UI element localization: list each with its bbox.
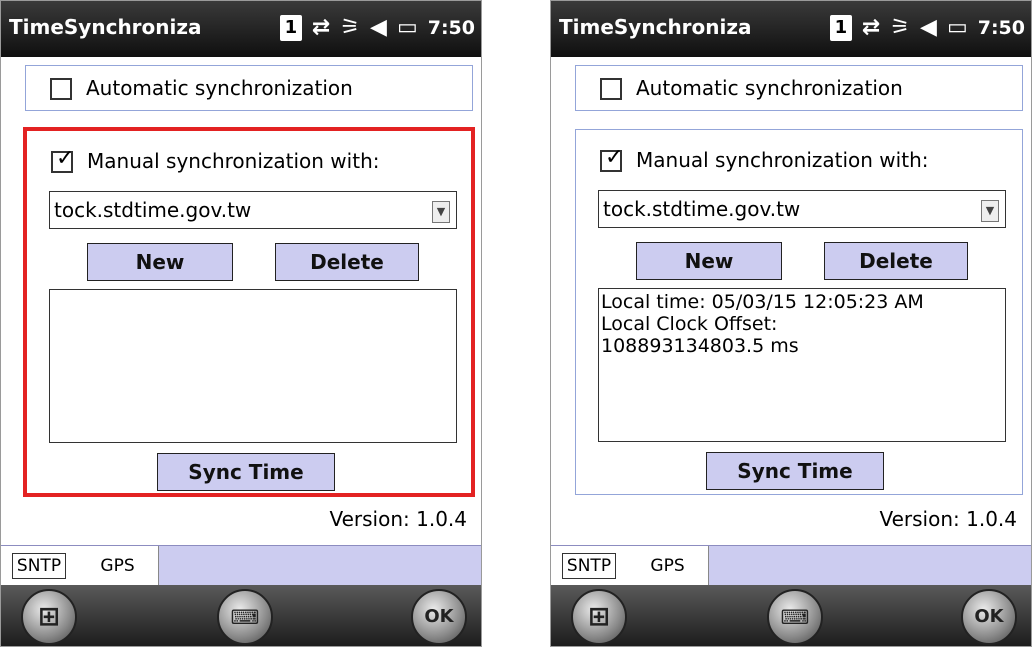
keyboard-icon[interactable]: ⌨ — [217, 589, 273, 645]
tab-sntp[interactable]: SNTP — [1, 546, 77, 586]
sim-indicator-icon[interactable]: 1 — [829, 15, 852, 41]
volume-icon[interactable]: ◀ — [920, 14, 937, 42]
signal-icon[interactable]: ⚞ — [340, 14, 360, 42]
manual-sync-label[interactable]: Manual synchronization with: — [636, 148, 928, 172]
title-bar: TimeSynchroniza 1 ⇄ ⚞ ◀ ▭ 7:50 — [551, 1, 1031, 57]
tab-bar: SNTP GPS — [551, 545, 1031, 586]
manual-sync-checkbox[interactable]: ✓ — [51, 146, 74, 173]
windows-start-icon[interactable]: ⊞ — [21, 589, 77, 645]
dropdown-arrow-icon[interactable]: ▼ — [432, 201, 450, 223]
keyboard-icon[interactable]: ⌨ — [767, 589, 823, 645]
version-label: Version: 1.0.4 — [329, 507, 467, 531]
volume-icon[interactable]: ◀ — [370, 14, 387, 42]
clock[interactable]: 7:50 — [428, 14, 475, 42]
signal-icon[interactable]: ⚞ — [890, 14, 910, 42]
softkey-bar: ⊞ ⌨ OK — [1, 585, 481, 646]
title-bar: TimeSynchroniza 1 ⇄ ⚞ ◀ ▭ 7:50 — [1, 1, 481, 57]
ok-button[interactable]: OK — [411, 589, 467, 645]
check-mark-icon: ✓ — [605, 145, 624, 170]
version-label: Version: 1.0.4 — [879, 507, 1017, 531]
check-mark-icon: ✓ — [56, 146, 75, 171]
manual-sync-group: ✓ Manual synchronization with: tock.stdt… — [23, 127, 475, 497]
sync-time-button[interactable]: Sync Time — [157, 453, 335, 491]
manual-sync-label[interactable]: Manual synchronization with: — [87, 149, 379, 173]
battery-icon[interactable]: ▭ — [397, 14, 418, 42]
status-icons: 1 ⇄ ⚞ ◀ ▭ 7:50 — [829, 13, 1025, 43]
windows-start-icon[interactable]: ⊞ — [571, 589, 627, 645]
auto-sync-checkbox[interactable] — [50, 78, 72, 100]
delete-button[interactable]: Delete — [275, 243, 419, 281]
server-value: tock.stdtime.gov.tw — [603, 197, 801, 221]
auto-sync-label[interactable]: Automatic synchronization — [86, 76, 353, 100]
server-combo[interactable]: tock.stdtime.gov.tw ▼ — [49, 191, 457, 229]
phone-screen-right: TimeSynchroniza 1 ⇄ ⚞ ◀ ▭ 7:50 Automatic… — [550, 0, 1032, 647]
output-line: Local time: 05/03/15 12:05:23 AM — [601, 291, 924, 313]
sync-time-button[interactable]: Sync Time — [706, 452, 884, 490]
tab-gps[interactable]: GPS — [627, 546, 709, 586]
connectivity-icon[interactable]: ⇄ — [312, 14, 330, 42]
app-title: TimeSynchroniza — [559, 15, 752, 39]
new-button[interactable]: New — [636, 242, 782, 280]
tab-sntp[interactable]: SNTP — [551, 546, 627, 586]
sync-output-box[interactable]: Local time: 05/03/15 12:05:23 AM Local C… — [598, 288, 1006, 442]
tab-bar: SNTP GPS — [1, 545, 481, 586]
auto-sync-group: Automatic synchronization — [575, 65, 1023, 111]
output-line: Local Clock Offset: — [601, 313, 778, 335]
server-value: tock.stdtime.gov.tw — [54, 198, 252, 222]
app-title: TimeSynchroniza — [9, 15, 202, 39]
tab-sntp-label: SNTP — [11, 553, 67, 579]
clock[interactable]: 7:50 — [978, 14, 1025, 42]
auto-sync-group: Automatic synchronization — [25, 65, 473, 111]
manual-sync-group: ✓ Manual synchronization with: tock.stdt… — [575, 129, 1023, 495]
sync-output-box[interactable] — [49, 289, 457, 443]
auto-sync-checkbox[interactable] — [600, 78, 622, 100]
auto-sync-label[interactable]: Automatic synchronization — [636, 76, 903, 100]
server-combo[interactable]: tock.stdtime.gov.tw ▼ — [598, 190, 1006, 228]
tab-sntp-label: SNTP — [561, 553, 617, 579]
phone-screen-left: TimeSynchroniza 1 ⇄ ⚞ ◀ ▭ 7:50 Automatic… — [0, 0, 482, 647]
delete-button[interactable]: Delete — [824, 242, 968, 280]
sim-indicator-icon[interactable]: 1 — [279, 15, 302, 41]
softkey-bar: ⊞ ⌨ OK — [551, 585, 1031, 646]
dropdown-arrow-icon[interactable]: ▼ — [981, 200, 999, 222]
status-icons: 1 ⇄ ⚞ ◀ ▭ 7:50 — [279, 13, 475, 43]
tab-gps[interactable]: GPS — [77, 546, 159, 586]
battery-icon[interactable]: ▭ — [947, 14, 968, 42]
connectivity-icon[interactable]: ⇄ — [862, 14, 880, 42]
new-button[interactable]: New — [87, 243, 233, 281]
output-line: 108893134803.5 ms — [601, 335, 799, 357]
manual-sync-checkbox[interactable]: ✓ — [600, 145, 623, 172]
ok-button[interactable]: OK — [961, 589, 1017, 645]
